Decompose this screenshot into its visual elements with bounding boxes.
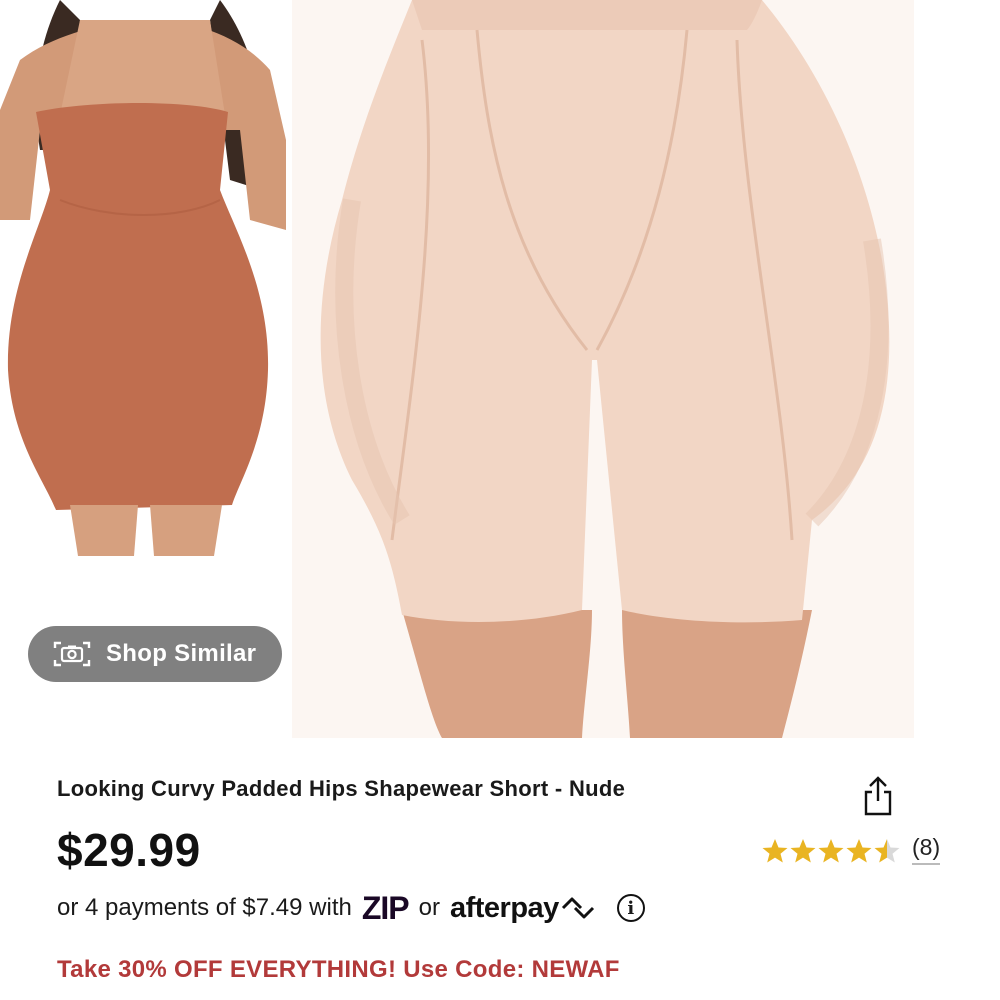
zip-logo-text: ZIP (361, 889, 410, 926)
thumbnail-image (0, 0, 286, 556)
share-icon (864, 776, 892, 816)
product-media: Shop Similar (0, 0, 1000, 740)
promo-banner: Take 30% OFF EVERYTHING! Use Code: NEWAF (57, 956, 620, 983)
info-icon[interactable]: i (616, 894, 645, 922)
shop-similar-label: Shop Similar (106, 640, 257, 667)
review-count[interactable]: (8) (912, 834, 941, 865)
installment-info: or 4 payments of $7.49 with ZIP or after… (57, 885, 645, 931)
zip-logo[interactable]: ZIP (361, 889, 410, 927)
rating-summary[interactable]: (8) (762, 834, 941, 865)
main-image (292, 0, 914, 738)
shop-similar-button[interactable]: Shop Similar (28, 626, 282, 682)
product-main-image[interactable] (292, 0, 914, 738)
product-price: $29.99 (57, 824, 201, 876)
stars-icon (762, 838, 900, 862)
product-thumbnail[interactable] (0, 0, 286, 556)
or-label: or (418, 894, 440, 921)
afterpay-logo[interactable]: afterpay (450, 892, 597, 925)
camera-scan-icon (52, 638, 92, 670)
share-button[interactable] (860, 774, 896, 818)
afterpay-arrows-icon (561, 897, 594, 919)
afterpay-logo-text: afterpay (449, 891, 559, 924)
product-title: Looking Curvy Padded Hips Shapewear Shor… (57, 776, 626, 801)
installment-text: or 4 payments of $7.49 with (57, 894, 352, 921)
star-rating (762, 835, 902, 865)
